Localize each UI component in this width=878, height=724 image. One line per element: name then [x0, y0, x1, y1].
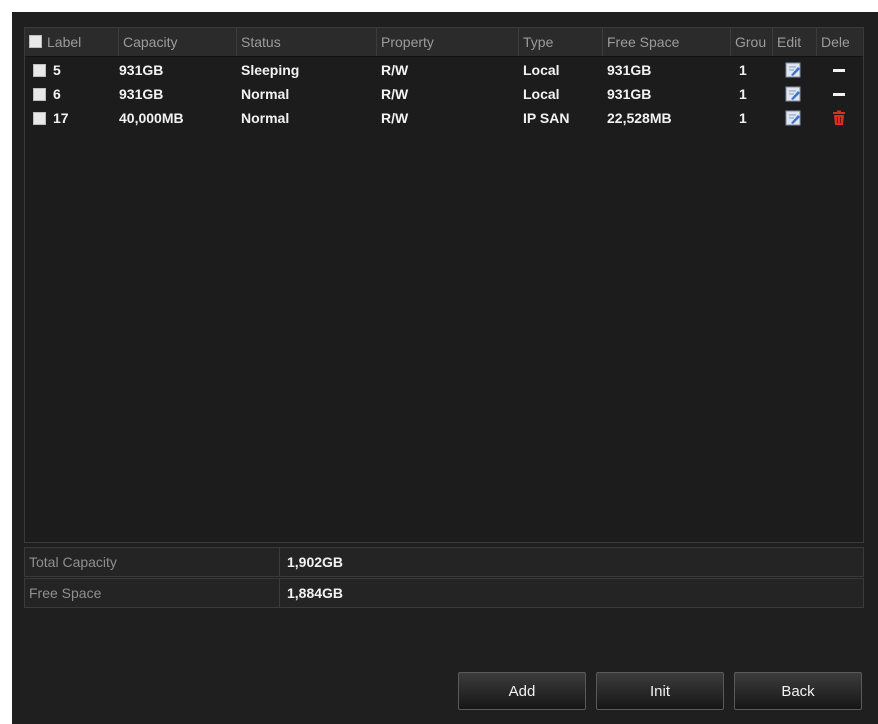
- edit-icon[interactable]: [785, 62, 801, 78]
- edit-icon[interactable]: [785, 86, 801, 102]
- free-space-value: 1,884GB: [287, 585, 344, 601]
- header-label[interactable]: Label: [25, 28, 119, 56]
- cell-capacity: 40,000MB: [119, 110, 184, 126]
- free-space-label: Free Space: [29, 585, 102, 601]
- add-button[interactable]: Add: [458, 672, 586, 710]
- table-header: Label Capacity Status Property Type Free…: [25, 28, 863, 57]
- cell-free-space: 931GB: [607, 62, 652, 78]
- cell-type: Local: [523, 86, 560, 102]
- cell-group: 1: [739, 110, 747, 126]
- header-free-space[interactable]: Free Space: [603, 28, 731, 56]
- total-capacity-value: 1,902GB: [287, 554, 344, 570]
- header-label-text: Label: [47, 34, 82, 50]
- cell-status: Normal: [241, 86, 290, 102]
- dash-icon: [833, 69, 845, 72]
- divider: [279, 579, 280, 607]
- cell-label: 17: [53, 110, 69, 126]
- cell-label: 5: [53, 62, 61, 78]
- free-space-row: Free Space 1,884GB: [24, 578, 864, 608]
- header-group[interactable]: Grou: [731, 28, 773, 56]
- dash-icon: [833, 93, 845, 96]
- cell-type: Local: [523, 62, 560, 78]
- hdd-management-panel: Label Capacity Status Property Type Free…: [12, 12, 878, 724]
- header-property[interactable]: Property: [377, 28, 519, 56]
- row-checkbox[interactable]: [33, 112, 46, 125]
- cell-status: Sleeping: [241, 62, 300, 78]
- table-row[interactable]: 17 40,000MB Normal R/W IP SAN 22,528MB 1: [25, 106, 863, 130]
- table-row[interactable]: 5 931GB Sleeping R/W Local 931GB 1: [25, 58, 863, 82]
- init-button[interactable]: Init: [596, 672, 724, 710]
- header-status[interactable]: Status: [237, 28, 377, 56]
- cell-type: IP SAN: [523, 110, 570, 126]
- cell-capacity: 931GB: [119, 86, 164, 102]
- cell-property: R/W: [381, 110, 409, 126]
- cell-free-space: 22,528MB: [607, 110, 672, 126]
- row-checkbox[interactable]: [33, 64, 46, 77]
- header-edit[interactable]: Edit: [773, 28, 817, 56]
- cell-group: 1: [739, 86, 747, 102]
- cell-capacity: 931GB: [119, 62, 164, 78]
- header-capacity[interactable]: Capacity: [119, 28, 237, 56]
- edit-icon[interactable]: [785, 110, 801, 126]
- cell-free-space: 931GB: [607, 86, 652, 102]
- cell-label: 6: [53, 86, 61, 102]
- total-capacity-label: Total Capacity: [29, 554, 117, 570]
- cell-status: Normal: [241, 110, 290, 126]
- trash-icon[interactable]: [831, 110, 847, 126]
- header-delete[interactable]: Dele: [817, 28, 863, 56]
- back-button[interactable]: Back: [734, 672, 862, 710]
- table-row[interactable]: 6 931GB Normal R/W Local 931GB 1: [25, 82, 863, 106]
- cell-group: 1: [739, 62, 747, 78]
- row-checkbox[interactable]: [33, 88, 46, 101]
- cell-property: R/W: [381, 62, 409, 78]
- divider: [279, 548, 280, 576]
- cell-property: R/W: [381, 86, 409, 102]
- hdd-table: Label Capacity Status Property Type Free…: [24, 27, 864, 543]
- total-capacity-row: Total Capacity 1,902GB: [24, 547, 864, 577]
- header-type[interactable]: Type: [519, 28, 603, 56]
- select-all-checkbox[interactable]: [29, 35, 42, 48]
